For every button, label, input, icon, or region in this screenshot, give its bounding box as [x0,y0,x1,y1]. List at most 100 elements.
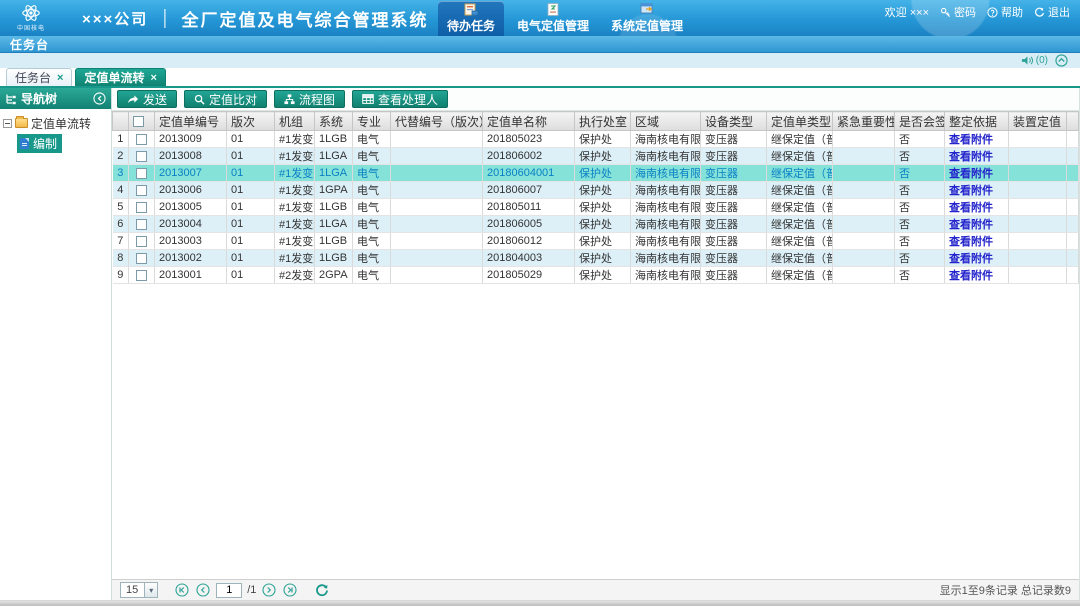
help-icon [987,7,998,18]
row-checkbox[interactable] [136,185,147,196]
cell-region: 海南核电有限公司 [631,250,701,267]
send-button[interactable]: 发送 [117,90,177,108]
cell-specialty: 电气 [353,182,391,199]
column-header-region: 区域 [631,112,701,131]
cell-code: 2013007 [155,165,227,182]
table-row[interactable]: 5201300501#1发变组1LGB电气201805011保护处海南核电有限公… [113,199,1079,216]
view-handlers-button[interactable]: 查看处理人 [352,90,448,108]
sidebar-collapse-button[interactable] [93,92,106,105]
cell-unit: #1发变组 [275,216,315,233]
page-number-input[interactable] [216,583,242,598]
nav-item-pending-tasks[interactable]: 待办任务 [438,1,504,36]
table-row[interactable]: 6201300401#1发变组1LGA电气201806005保护处海南核电有限公… [113,216,1079,233]
cell-replace_code [391,182,483,199]
table-row[interactable]: 3201300701#1发变组1LGA电气20180604001保护处海南核电有… [113,165,1079,182]
scroll-top-icon[interactable] [1055,54,1068,67]
refresh-button[interactable] [315,583,329,597]
navigation-tree: 定值单流转 编制 [0,109,111,158]
row-checkbox[interactable] [136,151,147,162]
password-link[interactable]: 密码 [940,4,976,20]
tree-expander-icon[interactable] [3,119,12,128]
table-row[interactable]: 7201300301#1发变组1LGB电气201806012保护处海南核电有限公… [113,233,1079,250]
help-link[interactable]: 帮助 [987,4,1023,20]
row-checkbox[interactable] [136,168,147,179]
cell-system: 1LGA [315,165,353,182]
view-attachment-link[interactable]: 查看附件 [949,236,993,248]
cell-region: 海南核电有限公司 [631,165,701,182]
row-checkbox[interactable] [136,202,147,213]
message-indicator[interactable]: (0) [1021,55,1048,66]
cell-name: 201805023 [483,131,575,148]
cell-device_setting [1009,182,1067,199]
view-attachment-link[interactable]: 查看附件 [949,270,993,282]
table-row[interactable]: 1201300901#1发变组1LGB电气201805023保护处海南核电有限公… [113,131,1079,148]
cell-device_setting [1009,131,1067,148]
cell-filler [1067,165,1079,182]
cell-urgency [833,233,895,250]
cell-checkbox [129,131,155,148]
compare-button[interactable]: 定值比对 [184,90,267,108]
task-bar-title: 任务台 [10,36,49,53]
view-attachment-link[interactable]: 查看附件 [949,219,993,231]
nav-item-system-management[interactable]: 系统定值管理 [602,1,692,36]
tab-label: 定值单流转 [84,69,144,86]
cell-countersign: 否 [895,250,945,267]
tab-setting-order-flow[interactable]: 定值单流转 × [75,68,165,86]
cell-urgency [833,148,895,165]
tree-child-label: 编制 [33,135,57,152]
row-checkbox[interactable] [136,236,147,247]
table-row[interactable]: 8201300201#1发变组1LGB电气201804003保护处海南核电有限公… [113,250,1079,267]
cell-version: 01 [227,182,275,199]
cell-code: 2013008 [155,148,227,165]
table-row[interactable]: 9201300101#2发变组2GPA电气201805029保护处海南核电有限公… [113,267,1079,284]
cell-replace_code [391,216,483,233]
page-size-select[interactable]: 15 ▾ [120,582,158,598]
view-attachment-link[interactable]: 查看附件 [949,185,993,197]
tab-close-icon[interactable]: × [57,72,63,84]
view-attachment-link[interactable]: 查看附件 [949,202,993,214]
table-header-row: 定值单编号版次机组系统专业代替编号（版次）定值单名称执行处室区域设备类型定值单类… [113,112,1079,131]
nav-item-electrical-management[interactable]: 电气定值管理 [508,1,598,36]
prev-page-button[interactable] [196,583,210,597]
tree-node-compile[interactable]: 编制 [17,134,62,153]
flowchart-button[interactable]: 流程图 [274,90,345,108]
row-checkbox[interactable] [136,270,147,281]
view-attachment-link[interactable]: 查看附件 [949,151,993,163]
main-panel: 发送 定值比对 流程图 [112,88,1080,600]
column-header-unit: 机组 [275,112,315,131]
cell-order_type: 继保定值（普通） [767,233,833,250]
table-row[interactable]: 2201300801#1发变组1LGA电气201806002保护处海南核电有限公… [113,148,1079,165]
user-links: 欢迎 ××× 密码 帮助 退出 [885,4,1070,20]
cell-filler [1067,148,1079,165]
tree-node-setting-order-flow[interactable]: 定值单流转 [3,114,108,132]
last-page-button[interactable] [283,583,297,597]
cell-region: 海南核电有限公司 [631,233,701,250]
select-all-checkbox[interactable] [133,116,144,127]
row-checkbox[interactable] [136,134,147,145]
cell-specialty: 电气 [353,216,391,233]
refresh-icon [315,583,329,597]
row-checkbox[interactable] [136,253,147,264]
view-attachment-link[interactable]: 查看附件 [949,253,993,265]
cell-filler [1067,199,1079,216]
cell-replace_code [391,131,483,148]
tab-close-icon[interactable]: × [150,72,156,84]
cell-device_type: 变压器 [701,233,767,250]
cell-region: 海南核电有限公司 [631,199,701,216]
cell-system: 1LGA [315,216,353,233]
cell-name: 201805029 [483,267,575,284]
tab-task-desk[interactable]: 任务台 × [6,68,72,86]
logout-link[interactable]: 退出 [1034,4,1070,20]
cell-order_type: 继保定值（普通） [767,199,833,216]
cell-unit: #1发变组 [275,199,315,216]
view-attachment-link[interactable]: 查看附件 [949,168,993,180]
cell-code: 2013001 [155,267,227,284]
column-header-version: 版次 [227,112,275,131]
column-header-countersign: 是否会签 [895,112,945,131]
first-page-button[interactable] [175,583,189,597]
flowchart-icon [284,94,295,105]
row-checkbox[interactable] [136,219,147,230]
next-page-button[interactable] [262,583,276,597]
table-row[interactable]: 4201300601#1发变组1GPA电气201806007保护处海南核电有限公… [113,182,1079,199]
view-attachment-link[interactable]: 查看附件 [949,134,993,146]
